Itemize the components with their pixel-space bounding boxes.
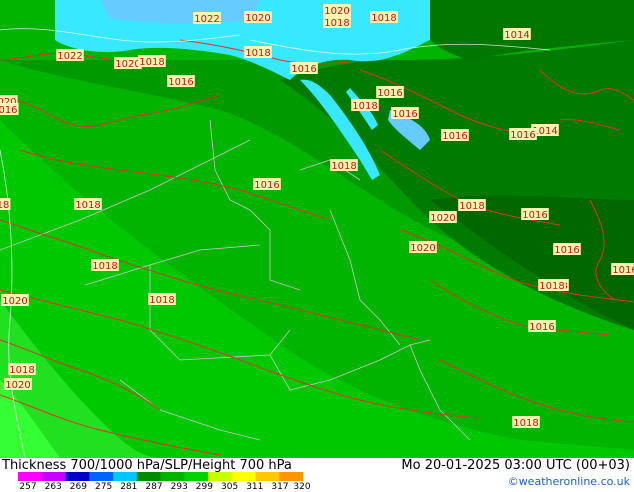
pressure-label: 1018: [149, 295, 174, 306]
pressure-label: 1016: [377, 88, 402, 99]
ramp-tick-label: 299: [195, 482, 213, 492]
pressure-label: 1018: [245, 48, 270, 59]
pressure-label: 1022: [57, 51, 82, 62]
ramp-swatch: [160, 472, 185, 481]
pressure-label: 1018: [331, 161, 356, 172]
pressure-label: 1018: [139, 57, 164, 68]
sea-deep-patch: [100, 0, 260, 24]
ramp-tick-label: 275: [95, 482, 113, 492]
credit-text: ©weatheronline.co.uk: [507, 475, 630, 488]
ramp-tick-label: 263: [44, 482, 62, 492]
pressure-label: 1014: [504, 30, 529, 41]
ramp-swatch: [184, 472, 209, 481]
pressure-label: 1016: [510, 130, 535, 141]
weather-map: 1022 102010201018 101810141022102010181018…: [0, 0, 634, 458]
pressure-label: 1016: [392, 109, 417, 120]
pressure-label: 1016: [529, 322, 554, 333]
pressure-label: 1020: [410, 243, 435, 254]
ramp-tick-label: 293: [170, 482, 188, 492]
pressure-label: 1018: [459, 201, 484, 212]
ramp-tick-label: 257: [19, 482, 37, 492]
pressure-label: 1020: [324, 6, 349, 17]
ramp-swatch: [255, 472, 280, 481]
pressure-label: 1020: [430, 213, 455, 224]
pressure-label: 1018: [539, 281, 564, 292]
pressure-label: 1018: [9, 365, 34, 376]
pressure-label: 1016: [554, 245, 579, 256]
ramp-tick-label: 305: [221, 482, 239, 492]
pressure-label: 1016: [522, 210, 547, 221]
pressure-label: 1020: [2, 296, 27, 307]
ramp-swatch: [231, 472, 257, 481]
pressure-label: 1016: [254, 180, 279, 191]
pressure-label: 1020: [245, 13, 270, 24]
ramp-swatch: [208, 472, 233, 481]
pressure-label: 1018: [352, 101, 377, 112]
ramp-tick-label: 320: [293, 482, 311, 492]
pressure-label: 1016: [442, 131, 467, 142]
ramp-swatch: [113, 472, 138, 481]
pressure-label: 1022: [194, 14, 219, 25]
ramp-tick-label: 311: [246, 482, 264, 492]
pressure-label: 016: [0, 105, 18, 116]
footer-bar: Thickness 700/1000 hPa/SLP/Height 700 hP…: [0, 458, 634, 492]
pressure-label: 18: [0, 200, 9, 211]
ramp-tick-label: 317: [271, 482, 289, 492]
pressure-label: 1018: [513, 418, 538, 429]
pressure-label: 1018: [371, 13, 396, 24]
color-ramp: [18, 472, 303, 481]
pressure-label: 1016: [612, 265, 634, 276]
pressure-label: 1018: [92, 261, 117, 272]
ramp-swatch: [18, 472, 43, 481]
pressure-label: 1016: [168, 77, 193, 88]
ramp-tick-label: 287: [145, 482, 163, 492]
ramp-swatch: [41, 472, 67, 481]
pressure-label: 1016: [291, 64, 316, 75]
ramp-tick-label: 281: [120, 482, 138, 492]
pressure-label: 1020: [115, 59, 140, 70]
ramp-swatch: [65, 472, 90, 481]
ramp-swatch: [136, 472, 162, 481]
ramp-tick-label: 269: [69, 482, 87, 492]
legend-title: Thickness 700/1000 hPa/SLP/Height 700 hP…: [2, 458, 292, 473]
pressure-label: 1020: [5, 380, 30, 391]
pressure-label: 1018: [75, 200, 100, 211]
pressure-label: 1018: [324, 18, 349, 29]
ramp-swatch: [279, 472, 303, 481]
ramp-swatch: [89, 472, 114, 481]
valid-time: Mo 20-01-2025 03:00 UTC (00+03): [401, 458, 630, 473]
